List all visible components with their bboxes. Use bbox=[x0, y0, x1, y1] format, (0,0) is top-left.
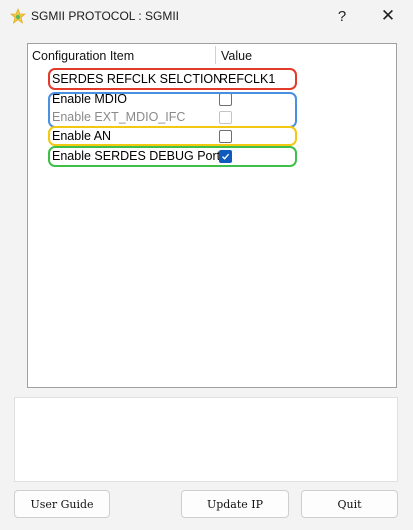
row-label-enable-an: Enable AN bbox=[52, 129, 112, 143]
row-label-enable-mdio: Enable MDIO bbox=[52, 92, 128, 106]
enable-serdes-debug-port-checkbox[interactable] bbox=[219, 150, 232, 163]
row-label-enable-serdes-debug-port: Enable SERDES DEBUG Port bbox=[52, 149, 221, 163]
checkmark-icon bbox=[222, 153, 230, 160]
enable-mdio-checkbox[interactable] bbox=[219, 93, 232, 106]
column-header-configuration-item: Configuration Item bbox=[32, 49, 135, 63]
row-label-enable-ext-mdio-ifc: Enable EXT_MDIO_IFC bbox=[52, 110, 186, 124]
column-divider[interactable] bbox=[215, 46, 216, 64]
app-star-icon bbox=[10, 8, 26, 24]
window-title: SGMII PROTOCOL : SGMII bbox=[31, 9, 180, 23]
refclk-value-field[interactable]: REFCLK1 bbox=[219, 69, 275, 89]
quit-button[interactable]: Quit bbox=[301, 490, 398, 518]
enable-an-checkbox[interactable] bbox=[219, 130, 232, 143]
close-icon: ✕ bbox=[380, 6, 396, 25]
title-bar: SGMII PROTOCOL : SGMII ? ✕ bbox=[0, 0, 413, 32]
column-header-value: Value bbox=[221, 49, 253, 63]
update-ip-button[interactable]: Update IP bbox=[181, 490, 289, 518]
configuration-table: Configuration Item Value SERDES REFCLK S… bbox=[27, 43, 397, 388]
log-output-panel bbox=[14, 397, 398, 482]
close-button[interactable]: ✕ bbox=[366, 0, 410, 32]
help-icon: ? bbox=[337, 7, 347, 25]
enable-ext-mdio-ifc-checkbox bbox=[219, 111, 232, 124]
help-button[interactable]: ? bbox=[320, 0, 364, 32]
user-guide-button[interactable]: User Guide bbox=[14, 490, 110, 518]
row-label-serdes-refclk: SERDES REFCLK SELCTION bbox=[52, 72, 223, 86]
